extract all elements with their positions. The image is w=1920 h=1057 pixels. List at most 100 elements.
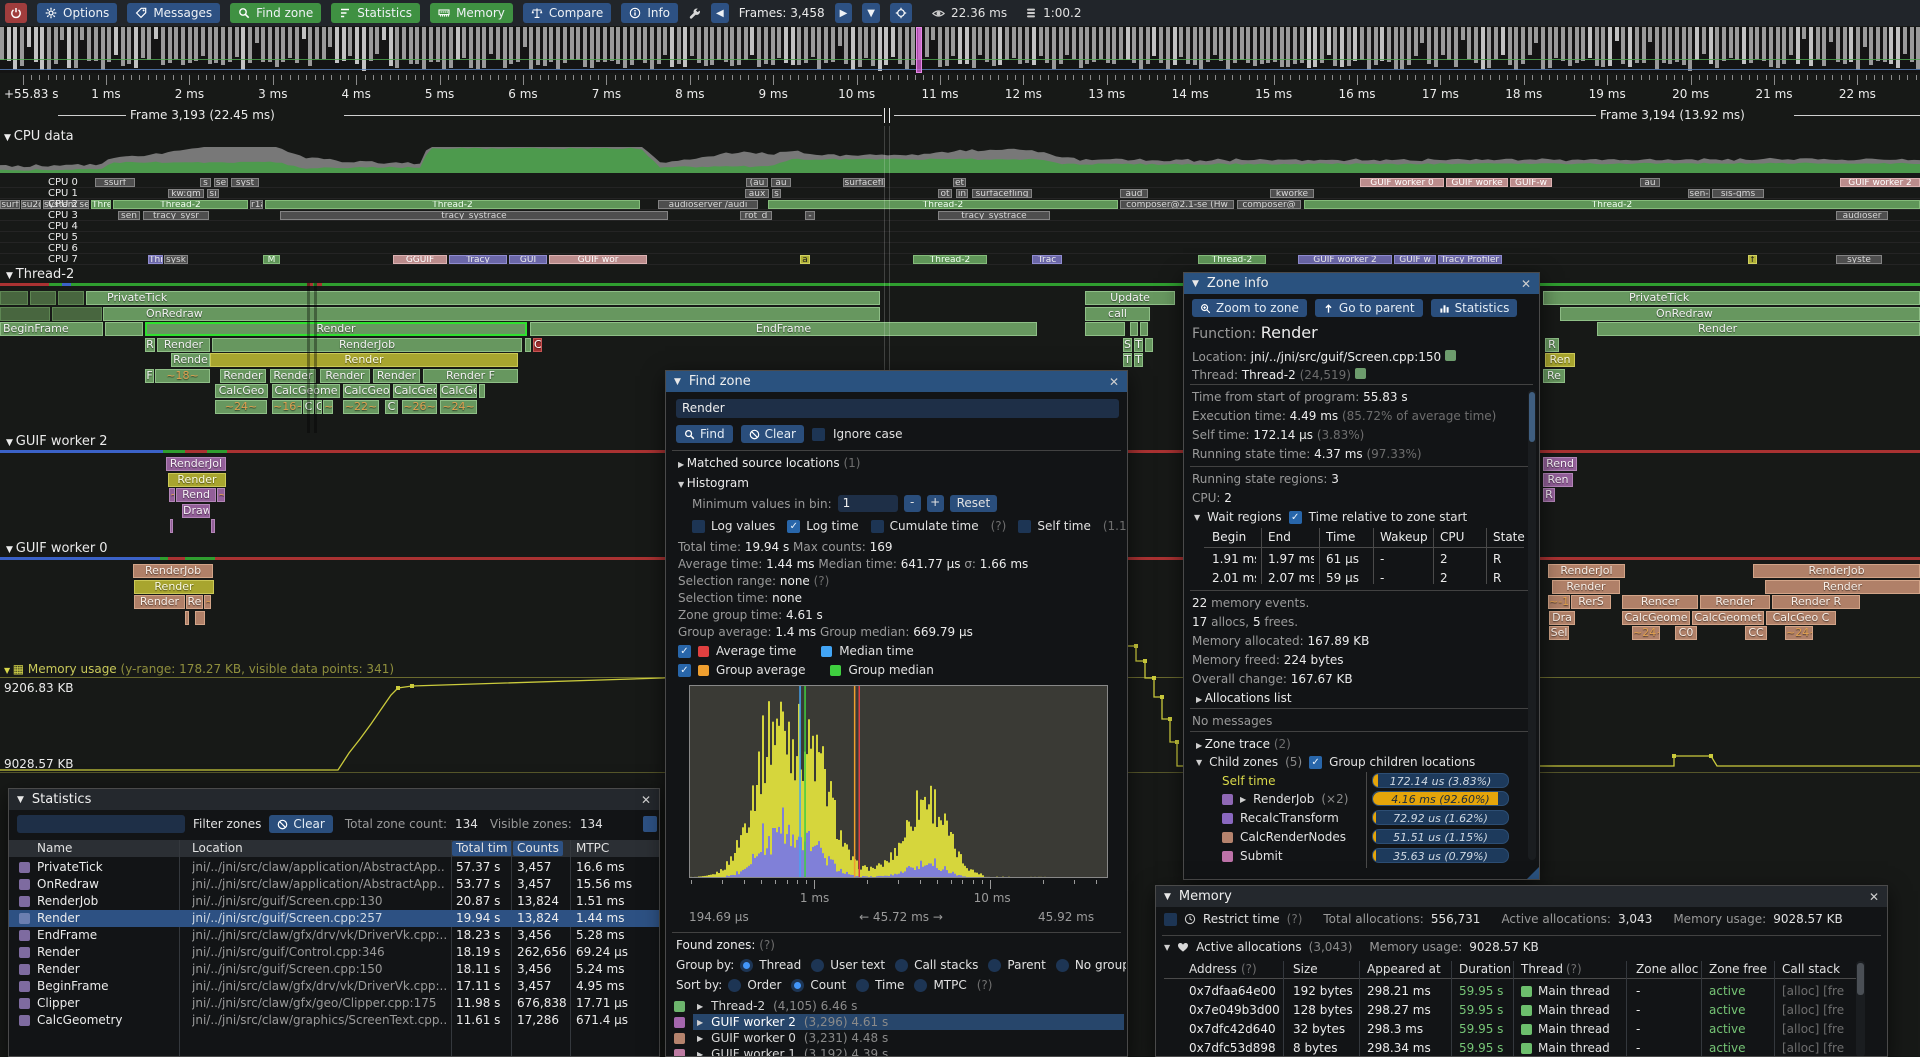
- timeline-zone[interactable]: Render: [210, 353, 518, 367]
- cpu-zone[interactable]: aux: [745, 189, 769, 198]
- frame-bar[interactable]: [1126, 27, 1130, 60]
- collapse-icon[interactable]: ▼: [674, 377, 681, 387]
- cpu-zone[interactable]: GUIF worker 2: [1298, 255, 1392, 264]
- frame-bar[interactable]: [489, 27, 493, 54]
- frame-bar[interactable]: [1662, 27, 1666, 63]
- frame-bar[interactable]: [643, 27, 647, 63]
- timeline-zone[interactable]: [479, 384, 485, 398]
- frame-bar[interactable]: [1092, 27, 1096, 62]
- frame-bar[interactable]: [275, 27, 279, 67]
- timeline-zone[interactable]: Rende: [171, 353, 210, 367]
- cpu-zone[interactable]: audioserver /audi: [658, 200, 758, 209]
- checkbox[interactable]: ✓: [678, 645, 691, 658]
- frame-bar[interactable]: [1441, 27, 1445, 55]
- cpu-zone[interactable]: Thre: [91, 200, 111, 209]
- column-header-counts[interactable]: Counts: [513, 841, 563, 856]
- cpu-zone[interactable]: sen-: [1688, 189, 1710, 198]
- frame-bar[interactable]: [985, 27, 989, 62]
- child-zone-bar[interactable]: 35.63 us (0.79%): [1372, 848, 1509, 863]
- cpu-zone[interactable]: sysk: [164, 255, 188, 264]
- table-row[interactable]: EndFramejni/../jni/src/claw/gfx/drv/vk/D…: [9, 927, 659, 944]
- cpu-zone[interactable]: tracy_sysr: [143, 211, 209, 220]
- cpu-zone[interactable]: Thr: [148, 255, 163, 264]
- timeline-zone[interactable]: [195, 611, 205, 625]
- find-zone-button[interactable]: Find zone: [230, 3, 321, 23]
- timeline-zone[interactable]: CalcGeo: [440, 384, 477, 398]
- frame-bar[interactable]: [462, 27, 466, 58]
- frame-bar[interactable]: [389, 27, 393, 66]
- radio-button[interactable]: [791, 979, 804, 992]
- frame-bar[interactable]: [1025, 27, 1029, 63]
- frame-bar[interactable]: [838, 27, 842, 46]
- frame-bar[interactable]: [1776, 27, 1780, 68]
- frame-bar[interactable]: [878, 27, 882, 71]
- frame-bar[interactable]: [1206, 27, 1210, 62]
- frame-bar[interactable]: [576, 27, 580, 60]
- timeline-zone[interactable]: [525, 338, 531, 352]
- column-header-total-tim[interactable]: Total tim: [452, 841, 512, 856]
- timeline-zone[interactable]: Render: [134, 595, 185, 609]
- cpu-zone[interactable]: au: [771, 178, 791, 187]
- frame-bar[interactable]: [315, 27, 319, 59]
- frame-bar[interactable]: [214, 27, 218, 63]
- frame-bar[interactable]: [482, 27, 486, 68]
- frame-bar[interactable]: [529, 27, 533, 69]
- go-to-parent-button[interactable]: Go to parent: [1315, 299, 1423, 317]
- checkbox[interactable]: [692, 520, 705, 533]
- zoom-to-zone-button[interactable]: Zoom to zone: [1192, 299, 1307, 317]
- radio-button[interactable]: [914, 979, 927, 992]
- frame-bar[interactable]: [503, 27, 507, 68]
- frame-bar[interactable]: [1065, 27, 1069, 55]
- frame-bar[interactable]: [382, 27, 386, 40]
- table-row[interactable]: 0x7e049b3d00128 bytes298.27 ms59.95 sMai…: [1156, 1002, 1876, 1021]
- frame-bar[interactable]: [168, 27, 172, 63]
- frame-bar[interactable]: [1280, 27, 1284, 67]
- frame-bar[interactable]: [1420, 27, 1424, 43]
- cpu-zone[interactable]: syste: [1836, 255, 1882, 264]
- close-icon[interactable]: ✕: [641, 793, 651, 807]
- frame-bar[interactable]: [1005, 27, 1009, 60]
- timeline-zone[interactable]: Render R: [1772, 595, 1860, 609]
- frame-bar[interactable]: [1240, 27, 1244, 60]
- cpu-zone[interactable]: surfacefling: [972, 189, 1032, 198]
- timeline-zone[interactable]: [58, 291, 84, 305]
- frame-bar[interactable]: [596, 27, 600, 62]
- timeline-zone[interactable]: CalcGeo: [215, 384, 268, 398]
- cpu-zone[interactable]: composer@2.1-se (Hw: [1120, 200, 1234, 209]
- frame-bar[interactable]: [342, 27, 346, 61]
- table-row[interactable]: CalcGeometryjni/../jni/src/claw/graphics…: [9, 1012, 659, 1029]
- table-row[interactable]: BeginFramejni/../jni/src/claw/gfx/drv/vk…: [9, 978, 659, 995]
- timeline-zone[interactable]: RenderJob: [1753, 564, 1920, 578]
- frame-bar[interactable]: [1568, 27, 1572, 66]
- filter-input[interactable]: [17, 815, 185, 833]
- timeline-zone[interactable]: ~18~: [155, 369, 210, 383]
- frame-bar[interactable]: [1876, 27, 1880, 61]
- frame-bar[interactable]: [395, 27, 399, 68]
- frame-bar[interactable]: [831, 27, 835, 62]
- frame-bar[interactable]: [1789, 27, 1793, 55]
- cpu-zone[interactable]: Trac: [1032, 255, 1062, 264]
- timeline-zone[interactable]: Rencer: [1622, 595, 1698, 609]
- frame-bar[interactable]: [1340, 27, 1344, 67]
- goto-frame-button[interactable]: [890, 3, 912, 23]
- frame-bar[interactable]: [784, 27, 788, 63]
- cpu-zone[interactable]: audioser: [1836, 211, 1888, 220]
- timeline-zone[interactable]: RerS: [1571, 595, 1611, 609]
- frame-bar[interactable]: [27, 27, 31, 47]
- frame-bar[interactable]: [1152, 27, 1156, 56]
- frame-bar[interactable]: [724, 27, 728, 62]
- frame-bar[interactable]: [1722, 27, 1726, 61]
- cpu-zone[interactable]: r1a: [250, 200, 263, 209]
- column-header-appeared-at[interactable]: Appeared at: [1367, 962, 1441, 976]
- timeline-zone[interactable]: T: [1134, 338, 1143, 352]
- column-header-size[interactable]: Size: [1293, 962, 1318, 976]
- timeline-zone[interactable]: ~8~: [323, 400, 333, 414]
- frame-bar[interactable]: [1715, 27, 1719, 68]
- frame-bar[interactable]: [1829, 27, 1833, 42]
- find-button[interactable]: Find: [676, 425, 733, 443]
- frame-bar[interactable]: [1072, 27, 1076, 59]
- timeline-zone[interactable]: Update: [1085, 291, 1175, 305]
- frame-bar[interactable]: [101, 27, 105, 70]
- timeline-zone[interactable]: ~24~: [215, 400, 267, 414]
- timeline-zone[interactable]: T: [1134, 353, 1143, 367]
